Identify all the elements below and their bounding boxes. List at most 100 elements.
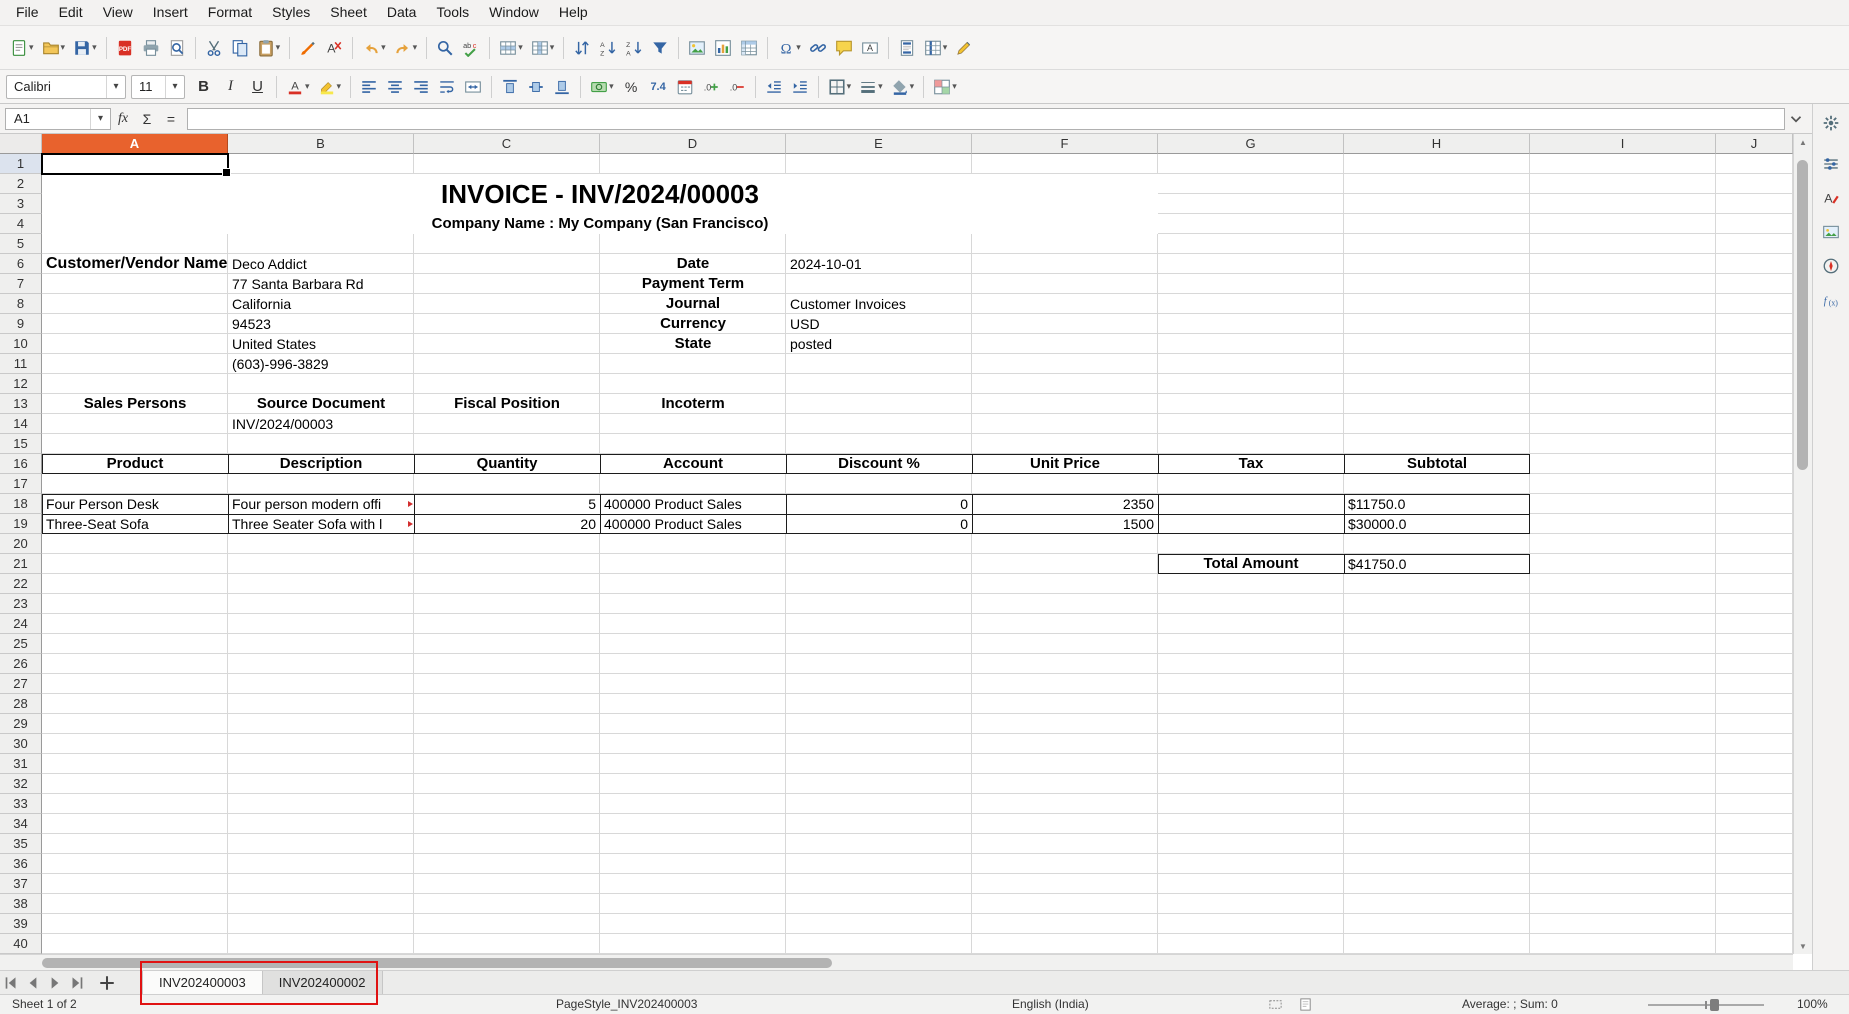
- cell-D5[interactable]: [600, 234, 786, 254]
- language-status[interactable]: English (India): [1012, 995, 1089, 1014]
- cell-C19[interactable]: [414, 514, 600, 534]
- cell-I3[interactable]: [1530, 194, 1716, 214]
- cell-H18[interactable]: [1344, 494, 1530, 514]
- cell-E23[interactable]: [786, 594, 972, 614]
- cell-J9[interactable]: [1716, 314, 1793, 334]
- col-header-B[interactable]: B: [228, 134, 414, 154]
- conditional-formatting-dropdown-arrow[interactable]: ▾: [952, 81, 957, 92]
- cell-G5[interactable]: [1158, 234, 1344, 254]
- row-header-19[interactable]: 19: [0, 514, 42, 534]
- cell-E17[interactable]: [786, 474, 972, 494]
- cell-C3[interactable]: [414, 194, 600, 214]
- cell-I35[interactable]: [1530, 834, 1716, 854]
- cell-G36[interactable]: [1158, 854, 1344, 874]
- cell-H26[interactable]: [1344, 654, 1530, 674]
- cell-J18[interactable]: [1716, 494, 1793, 514]
- cell-I39[interactable]: [1530, 914, 1716, 934]
- cell-G31[interactable]: [1158, 754, 1344, 774]
- cell-I7[interactable]: [1530, 274, 1716, 294]
- cell-G39[interactable]: [1158, 914, 1344, 934]
- cell-J8[interactable]: [1716, 294, 1793, 314]
- cell-D21[interactable]: [600, 554, 786, 574]
- cell-G15[interactable]: [1158, 434, 1344, 454]
- cell-D29[interactable]: [600, 714, 786, 734]
- col-header-F[interactable]: F: [972, 134, 1158, 154]
- sort-button[interactable]: [570, 33, 594, 63]
- undo-dropdown-arrow[interactable]: ▾: [381, 42, 386, 53]
- cell-F25[interactable]: [972, 634, 1158, 654]
- cell-H27[interactable]: [1344, 674, 1530, 694]
- col-header-C[interactable]: C: [414, 134, 600, 154]
- cell-D23[interactable]: [600, 594, 786, 614]
- cell-B24[interactable]: [228, 614, 414, 634]
- cell-C17[interactable]: [414, 474, 600, 494]
- cell-J27[interactable]: [1716, 674, 1793, 694]
- cell-B29[interactable]: [228, 714, 414, 734]
- cell-J32[interactable]: [1716, 774, 1793, 794]
- cell-G25[interactable]: [1158, 634, 1344, 654]
- cell-C36[interactable]: [414, 854, 600, 874]
- cell-C32[interactable]: [414, 774, 600, 794]
- border-style-dropdown-arrow[interactable]: ▾: [878, 81, 883, 92]
- row-header-17[interactable]: 17: [0, 474, 42, 494]
- cell-H11[interactable]: [1344, 354, 1530, 374]
- cell-E37[interactable]: [786, 874, 972, 894]
- cell-C12[interactable]: [414, 374, 600, 394]
- cell-J30[interactable]: [1716, 734, 1793, 754]
- cell-I32[interactable]: [1530, 774, 1716, 794]
- pivot-table-button[interactable]: [737, 33, 761, 63]
- cell-D33[interactable]: [600, 794, 786, 814]
- cell-A38[interactable]: [42, 894, 228, 914]
- print-preview-button[interactable]: [165, 33, 189, 63]
- cell-D4[interactable]: [600, 214, 786, 234]
- prev-sheet-button[interactable]: [22, 972, 44, 994]
- cell-J14[interactable]: [1716, 414, 1793, 434]
- cell-E38[interactable]: [786, 894, 972, 914]
- sidebar-navigator-button[interactable]: [1818, 252, 1845, 279]
- cell-I30[interactable]: [1530, 734, 1716, 754]
- cell-B22[interactable]: [228, 574, 414, 594]
- cell-G19[interactable]: [1158, 514, 1344, 534]
- row-header-26[interactable]: 26: [0, 654, 42, 674]
- cell-A36[interactable]: [42, 854, 228, 874]
- cell-H16[interactable]: [1344, 454, 1530, 474]
- row-header-18[interactable]: 18: [0, 494, 42, 514]
- export-pdf-button[interactable]: PDF: [113, 33, 137, 63]
- function-wizard-button[interactable]: fx: [111, 108, 135, 130]
- cell-B4[interactable]: [228, 214, 414, 234]
- cell-J33[interactable]: [1716, 794, 1793, 814]
- cell-E24[interactable]: [786, 614, 972, 634]
- sort-ascending-button[interactable]: AZ: [596, 33, 620, 63]
- cell-C22[interactable]: [414, 574, 600, 594]
- cell-G27[interactable]: [1158, 674, 1344, 694]
- font-name-dropdown-arrow[interactable]: ▾: [106, 76, 125, 98]
- cell-E13[interactable]: [786, 394, 972, 414]
- row-header-23[interactable]: 23: [0, 594, 42, 614]
- row-header-28[interactable]: 28: [0, 694, 42, 714]
- cell-E11[interactable]: [786, 354, 972, 374]
- cell-I14[interactable]: [1530, 414, 1716, 434]
- menu-sheet[interactable]: Sheet: [320, 0, 377, 25]
- cell-A17[interactable]: [42, 474, 228, 494]
- cell-I6[interactable]: [1530, 254, 1716, 274]
- cell-F13[interactable]: [972, 394, 1158, 414]
- clone-formatting-button[interactable]: [296, 33, 320, 63]
- cell-F22[interactable]: [972, 574, 1158, 594]
- menu-file[interactable]: File: [6, 0, 49, 25]
- menu-window[interactable]: Window: [479, 0, 549, 25]
- selection-box[interactable]: [41, 153, 229, 175]
- scroll-up-arrow[interactable]: ▲: [1794, 134, 1812, 150]
- cell-B5[interactable]: [228, 234, 414, 254]
- row-header-20[interactable]: 20: [0, 534, 42, 554]
- insert-column-button[interactable]: ▾: [528, 33, 558, 63]
- cell-I19[interactable]: [1530, 514, 1716, 534]
- cell-I5[interactable]: [1530, 234, 1716, 254]
- col-header-J[interactable]: J: [1716, 134, 1793, 154]
- cell-D35[interactable]: [600, 834, 786, 854]
- cell-D3[interactable]: [600, 194, 786, 214]
- cell-D27[interactable]: [600, 674, 786, 694]
- find-replace-button[interactable]: [433, 33, 457, 63]
- bold-button[interactable]: B: [191, 72, 216, 102]
- cell-J4[interactable]: [1716, 214, 1793, 234]
- cell-F40[interactable]: [972, 934, 1158, 954]
